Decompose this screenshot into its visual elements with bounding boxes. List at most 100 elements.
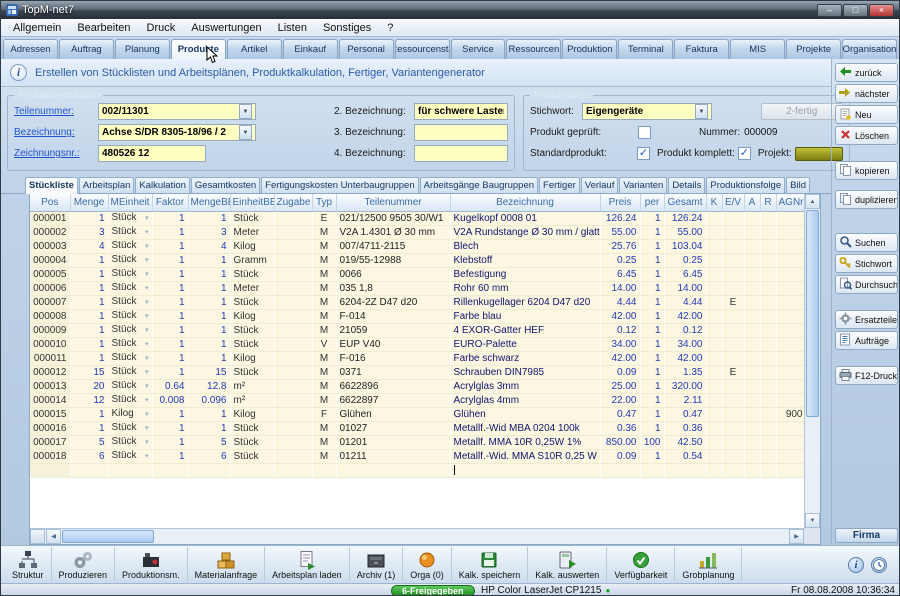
menu-item[interactable]: ? bbox=[379, 21, 401, 35]
cell-typ[interactable]: M bbox=[312, 435, 336, 449]
cell-agnr[interactable] bbox=[776, 393, 806, 407]
cell-faktor[interactable]: 1 bbox=[152, 253, 188, 267]
main-tab[interactable]: Einkauf bbox=[283, 39, 338, 59]
cell-faktor[interactable]: 1 bbox=[152, 337, 188, 351]
cell-meinheit[interactable]: Kilog bbox=[108, 407, 152, 421]
cell-faktor[interactable]: 1 bbox=[152, 267, 188, 281]
cell-meinheit[interactable]: Stück bbox=[108, 449, 152, 463]
cell-r[interactable] bbox=[760, 225, 776, 239]
table-row[interactable]: 000004 1 Stück 1 1 Gramm M 019/55-12988 … bbox=[30, 253, 806, 267]
cell-r[interactable] bbox=[760, 281, 776, 295]
cell-agnr[interactable] bbox=[776, 239, 806, 253]
cell-bezeichnung[interactable]: Klebstoff bbox=[450, 253, 600, 267]
cell-k[interactable] bbox=[706, 225, 722, 239]
detail-tab[interactable]: Fertiger bbox=[539, 177, 580, 193]
cell-einheitbe[interactable]: Meter bbox=[230, 281, 274, 295]
cell-teilenummer[interactable]: 007/4711-2115 bbox=[336, 239, 450, 253]
cell-ev[interactable] bbox=[722, 351, 744, 365]
cell-pos[interactable]: 000013 bbox=[30, 379, 70, 393]
main-tab[interactable]: Auftrag bbox=[59, 39, 114, 59]
print-button[interactable]: F12-Druck bbox=[835, 366, 898, 385]
cell-typ[interactable]: M bbox=[312, 323, 336, 337]
cell-mengebe[interactable]: 1 bbox=[188, 281, 230, 295]
cell-r[interactable] bbox=[760, 435, 776, 449]
cell-zugabe[interactable] bbox=[274, 449, 312, 463]
cell-menge[interactable]: 1 bbox=[70, 267, 108, 281]
cell-r[interactable] bbox=[760, 393, 776, 407]
cell-a[interactable] bbox=[744, 295, 760, 309]
cell-per[interactable]: 1 bbox=[640, 365, 664, 379]
cell-menge[interactable]: 1 bbox=[70, 351, 108, 365]
cell-typ[interactable]: M bbox=[312, 421, 336, 435]
cell-zugabe[interactable] bbox=[274, 239, 312, 253]
cell-menge[interactable]: 1 bbox=[70, 407, 108, 421]
cell-bezeichnung[interactable]: V2A Rundstange Ø 30 mm / glatt bbox=[450, 225, 600, 239]
cell-mengebe[interactable]: 1 bbox=[188, 309, 230, 323]
column-header[interactable]: Faktor bbox=[152, 194, 188, 211]
cell-agnr[interactable] bbox=[776, 309, 806, 323]
detail-tab[interactable]: Kalkulation bbox=[135, 177, 189, 193]
cell-gesamt[interactable]: 2.11 bbox=[664, 393, 706, 407]
cell-pos[interactable]: 000015 bbox=[30, 407, 70, 421]
chevron-down-icon[interactable] bbox=[239, 104, 252, 119]
cell-pos[interactable]: 000005 bbox=[30, 267, 70, 281]
new-button[interactable]: Neu bbox=[835, 105, 898, 124]
maximize-button[interactable]: □ bbox=[843, 4, 868, 17]
detail-tab[interactable]: Stückliste bbox=[25, 177, 78, 194]
cell-pos[interactable]: 000016 bbox=[30, 421, 70, 435]
cell-a[interactable] bbox=[744, 211, 760, 225]
cell-preis[interactable]: 22.00 bbox=[600, 393, 640, 407]
cell-k[interactable] bbox=[706, 365, 722, 379]
scroll-left-icon[interactable] bbox=[46, 529, 61, 544]
cell-mengebe[interactable]: 1 bbox=[188, 337, 230, 351]
cell-einheitbe[interactable]: Kilog bbox=[230, 407, 274, 421]
cell-agnr[interactable] bbox=[776, 323, 806, 337]
cell-mengebe[interactable]: 1 bbox=[188, 407, 230, 421]
cell-gesamt[interactable]: 6.45 bbox=[664, 267, 706, 281]
cell-ev[interactable] bbox=[722, 435, 744, 449]
main-tab[interactable]: Personal bbox=[339, 39, 394, 59]
cell-agnr[interactable] bbox=[776, 421, 806, 435]
cell-r[interactable] bbox=[760, 267, 776, 281]
cell-preis[interactable]: 0.12 bbox=[600, 323, 640, 337]
cell-r[interactable] bbox=[760, 323, 776, 337]
search-button[interactable]: Suchen bbox=[835, 233, 898, 252]
cell-k[interactable] bbox=[706, 337, 722, 351]
cell-pos[interactable]: 000004 bbox=[30, 253, 70, 267]
cell-agnr[interactable] bbox=[776, 211, 806, 225]
minimize-button[interactable]: – bbox=[817, 4, 842, 17]
table-row[interactable]: 000006 1 Stück 1 1 Meter M 035 1,8 Rohr … bbox=[30, 281, 806, 295]
cell-meinheit[interactable]: Stück bbox=[108, 337, 152, 351]
table-row[interactable]: 000012 15 Stück 1 15 Stück M 0371 Schrau… bbox=[30, 365, 806, 379]
cell-typ[interactable]: M bbox=[312, 267, 336, 281]
table-row[interactable]: 000013 20 Stück 0.64 12.8 m² M 6622896 A… bbox=[30, 379, 806, 393]
cell-ev[interactable] bbox=[722, 407, 744, 421]
cell-bezeichnung[interactable]: Metallf.-Wid. MMA S10R 0,25 W 1% bbox=[450, 449, 600, 463]
menu-item[interactable]: Sonstiges bbox=[315, 21, 379, 35]
cell-typ[interactable]: M bbox=[312, 225, 336, 239]
detail-tab[interactable]: Gesamtkosten bbox=[191, 177, 260, 193]
cell-ev[interactable] bbox=[722, 309, 744, 323]
cell-k[interactable] bbox=[706, 253, 722, 267]
cell-zugabe[interactable] bbox=[274, 225, 312, 239]
cell-teilenummer[interactable]: 6622897 bbox=[336, 393, 450, 407]
cell-menge[interactable]: 1 bbox=[70, 295, 108, 309]
cell-faktor[interactable]: 1 bbox=[152, 211, 188, 225]
cell-typ[interactable]: M bbox=[312, 365, 336, 379]
cell-mengebe[interactable]: 1 bbox=[188, 295, 230, 309]
materialanfrage-button[interactable]: Materialanfrage bbox=[188, 547, 266, 582]
cell-zugabe[interactable] bbox=[274, 253, 312, 267]
detail-tab[interactable]: Details bbox=[668, 177, 705, 193]
cell-faktor[interactable]: 0.64 bbox=[152, 379, 188, 393]
cell-bezeichnung[interactable]: Farbe blau bbox=[450, 309, 600, 323]
geprueft-checkbox[interactable] bbox=[638, 126, 651, 139]
cell-k[interactable] bbox=[706, 421, 722, 435]
cell-k[interactable] bbox=[706, 281, 722, 295]
cell-pos[interactable]: 000010 bbox=[30, 337, 70, 351]
cell-teilenummer[interactable]: F-014 bbox=[336, 309, 450, 323]
table-row[interactable]: 000005 1 Stück 1 1 Stück M 0066 Befestig… bbox=[30, 267, 806, 281]
cell-bezeichnung[interactable]: 4 EXOR-Gatter HEF bbox=[450, 323, 600, 337]
cell-faktor[interactable]: 0.008 bbox=[152, 393, 188, 407]
cell-meinheit[interactable]: Stück bbox=[108, 393, 152, 407]
cell-r[interactable] bbox=[760, 253, 776, 267]
